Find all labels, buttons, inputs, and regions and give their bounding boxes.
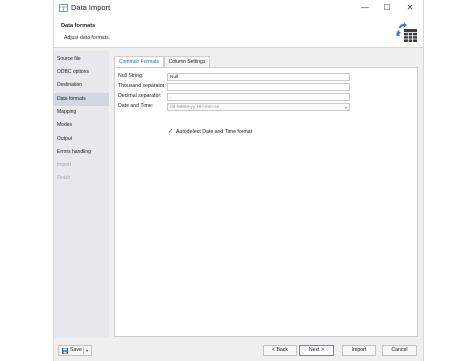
close-icon[interactable]: ✕ xyxy=(400,2,420,14)
save-button[interactable]: Save ▾ xyxy=(58,345,92,356)
sidebar-item-source-file[interactable]: Source file xyxy=(54,53,109,66)
date-time-value: dd-MMM-yy HH:mm:ss xyxy=(170,105,220,110)
import-table-icon xyxy=(396,23,417,42)
sidebar-item-mapping[interactable]: Mapping xyxy=(54,106,109,119)
common-formats-panel: Null String: Null Thousand separator: De… xyxy=(114,67,418,337)
date-time-select[interactable]: dd-MMM-yy HH:mm:ss ▾ xyxy=(167,103,350,111)
sidebar-item-import: Import xyxy=(57,162,72,168)
title-bar[interactable]: Data Import — ☐ ✕ xyxy=(54,0,423,17)
back-button[interactable]: < Back xyxy=(263,345,297,356)
minimize-icon[interactable]: — xyxy=(355,2,375,14)
thousand-separator-label: Thousand separator: xyxy=(118,83,166,89)
save-label: Save xyxy=(70,347,82,353)
save-divider xyxy=(83,347,84,354)
content-area: Common Formats Column Settings Null Stri… xyxy=(114,56,418,337)
date-time-label: Date and Time: xyxy=(118,103,154,109)
sidebar-item-data-formats[interactable]: Data formats xyxy=(54,93,109,106)
chevron-down-icon: ▾ xyxy=(344,105,347,110)
sidebar-item-errors-handling[interactable]: Errors handling xyxy=(54,146,109,159)
cancel-button[interactable]: Cancel xyxy=(382,345,417,356)
page-subtitle: Adjust data formats. xyxy=(64,35,111,41)
save-dropdown-icon[interactable]: ▾ xyxy=(86,346,88,355)
page-title: Data formats xyxy=(61,23,96,29)
sidebar-item-modes[interactable]: Modes xyxy=(54,119,109,132)
null-string-input[interactable]: Null xyxy=(167,73,350,81)
floppy-disk-icon xyxy=(62,348,68,354)
wizard-header: Data formats Adjust data formats. xyxy=(54,17,423,48)
next-button[interactable]: Next > xyxy=(299,345,334,356)
wizard-sidebar: Source file ODBC options Destination Dat… xyxy=(54,51,109,338)
decimal-separator-input[interactable]: . xyxy=(167,93,350,101)
sidebar-item-output[interactable]: Output xyxy=(54,133,109,146)
sidebar-item-finish: Finish xyxy=(57,175,71,181)
sidebar-item-odbc-options[interactable]: ODBC options xyxy=(54,66,109,79)
import-button[interactable]: Import xyxy=(342,345,376,356)
thousand-separator-input[interactable] xyxy=(167,83,350,91)
maximize-icon[interactable]: ☐ xyxy=(377,2,397,14)
autodetect-checkbox[interactable]: ✓ xyxy=(168,129,174,135)
window-title: Data Import xyxy=(71,3,111,12)
sidebar-item-destination[interactable]: Destination xyxy=(54,79,109,92)
data-import-window: Data Import — ☐ ✕ Data formats Adjust da… xyxy=(53,0,424,361)
decimal-separator-label: Decimal separator: xyxy=(118,93,162,99)
autodetect-label[interactable]: Autodetect Date and Time format xyxy=(176,129,252,135)
app-icon xyxy=(59,4,68,12)
null-string-label: Null String: xyxy=(118,73,144,79)
tab-column-settings[interactable]: Column Settings xyxy=(164,56,210,67)
